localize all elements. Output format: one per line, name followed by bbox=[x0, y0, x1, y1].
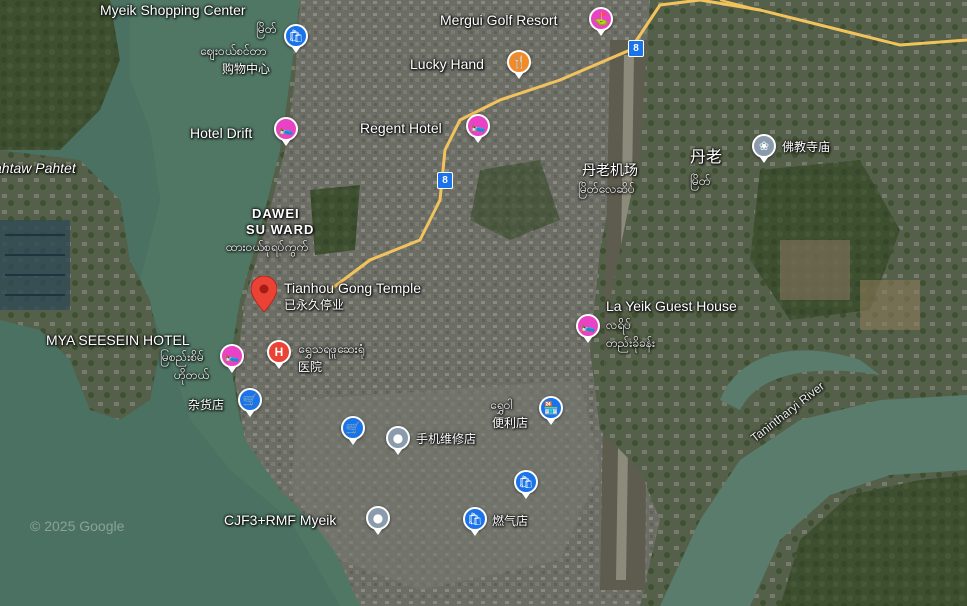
la-yeik-guest-house-label[interactable]: La Yeik Guest House bbox=[606, 298, 737, 314]
la-yeik-myanmar-line1: လရိပ် bbox=[606, 318, 631, 332]
grocery-store-pin[interactable]: 🛒 bbox=[238, 388, 262, 417]
plus-code-pin[interactable]: ● bbox=[366, 506, 390, 535]
shopping-bag-icon: 🛍 bbox=[467, 512, 483, 526]
buddhist-temple-pin[interactable]: ❀ bbox=[752, 134, 776, 163]
regent-hotel-pin[interactable]: 🛌 bbox=[466, 114, 490, 143]
airport-myanmar-name: မြိတ်လေဆိပ် bbox=[578, 182, 635, 196]
hospital-myanmar-name[interactable]: ရွှေသရဖူဆေးရုံ bbox=[298, 342, 365, 356]
map-watermark: © 2025 Google bbox=[30, 518, 125, 534]
convenience-store-myanmar-name[interactable]: ရွှေဝါ bbox=[490, 398, 512, 412]
shopping-cart-icon: 🛒 bbox=[345, 421, 361, 435]
plus-code-label[interactable]: CJF3+RMF Myeik bbox=[224, 512, 336, 528]
highway-8-shield-south: 8 bbox=[437, 172, 453, 189]
regent-hotel-label[interactable]: Regent Hotel bbox=[360, 120, 442, 136]
ward-name-line2: SU WARD bbox=[246, 222, 315, 237]
shopping-center-name[interactable]: Myeik Shopping Center bbox=[100, 2, 246, 18]
shop-bag-pin[interactable]: 🛍 bbox=[514, 470, 538, 499]
restaurant-icon: 🍴 bbox=[511, 55, 527, 69]
mya-seesein-hotel-pin[interactable]: 🛌 bbox=[220, 344, 244, 373]
shopping-center-myanmar-name: မြိတ် bbox=[256, 22, 277, 36]
temple-icon: ❀ bbox=[758, 139, 770, 153]
shopping-center-myanmar-label: ဈေးဝယ်စင်တာ bbox=[200, 44, 267, 58]
phone-repair-pin[interactable]: ● bbox=[386, 426, 410, 455]
buddhist-temple-label[interactable]: 佛教寺庙 bbox=[782, 140, 830, 154]
shopping-bag-icon: 🛍 bbox=[518, 475, 534, 489]
la-yeik-guest-house-pin[interactable]: 🛌 bbox=[576, 314, 600, 343]
golf-resort-pin[interactable]: ⛳ bbox=[589, 7, 613, 36]
hospital-icon: H bbox=[274, 345, 284, 359]
bed-icon: 🛌 bbox=[224, 349, 240, 363]
convenience-store-pin[interactable]: 🏪 bbox=[539, 396, 563, 425]
bed-icon: 🛌 bbox=[470, 119, 486, 133]
mya-seesein-hotel-label[interactable]: MYA SEESEIN HOTEL bbox=[46, 332, 190, 348]
city-myanmar-name: မြိတ် bbox=[690, 174, 711, 188]
gas-store-label[interactable]: 燃气店 bbox=[492, 514, 528, 528]
phone-repair-label[interactable]: 手机维修店 bbox=[416, 432, 476, 446]
island-label: ahtaw Pahtet bbox=[0, 160, 76, 176]
airport-chinese-name[interactable]: 丹老机场 bbox=[582, 162, 638, 178]
ward-myanmar-name: ထားဝယ်စုရပ်ကွက် bbox=[226, 240, 308, 254]
location-dot-icon: ● bbox=[372, 511, 384, 525]
mya-seesein-myanmar-line1: မြစည်းစိမ် bbox=[160, 350, 204, 364]
hospital-chinese-name: 医院 bbox=[298, 360, 323, 374]
gas-store-pin[interactable]: 🛍 bbox=[463, 507, 487, 536]
shop-pin[interactable]: 🛒 bbox=[341, 416, 365, 445]
red-location-pin-icon[interactable] bbox=[251, 276, 277, 312]
mergui-golf-resort-label[interactable]: Mergui Golf Resort bbox=[440, 12, 557, 28]
shopping-center-chinese-label: 购物中心 bbox=[222, 62, 271, 76]
highway-8-shield: 8 bbox=[628, 40, 644, 57]
tianhou-temple-status: 已永久停业 bbox=[284, 298, 345, 312]
tianhou-temple-label[interactable]: Tianhou Gong Temple bbox=[284, 280, 421, 296]
hotel-drift-label[interactable]: Hotel Drift bbox=[190, 125, 252, 141]
lucky-hand-label[interactable]: Lucky Hand bbox=[410, 56, 484, 72]
la-yeik-myanmar-line2: တည်းခိုခန်း bbox=[606, 336, 656, 350]
bed-icon: 🛌 bbox=[580, 319, 596, 333]
grocery-store-label[interactable]: 杂货店 bbox=[188, 398, 224, 412]
storefront-icon: 🏪 bbox=[543, 401, 559, 415]
shopping-center-pin[interactable]: 🛍 bbox=[284, 24, 308, 53]
location-dot-icon: ● bbox=[392, 431, 404, 445]
lucky-hand-pin[interactable]: 🍴 bbox=[507, 50, 531, 79]
shopping-bag-icon: 🛍 bbox=[288, 29, 304, 43]
bed-icon: 🛌 bbox=[278, 122, 294, 136]
mya-seesein-myanmar-line2: ဟိုတယ် bbox=[174, 368, 210, 382]
golf-icon: ⛳ bbox=[593, 12, 609, 26]
hospital-pin[interactable]: H bbox=[267, 340, 291, 369]
ward-name-line1: DAWEI bbox=[252, 206, 300, 221]
convenience-store-chinese-name: 便利店 bbox=[492, 416, 529, 430]
shopping-cart-icon: 🛒 bbox=[242, 393, 258, 407]
hotel-drift-pin[interactable]: 🛌 bbox=[274, 117, 298, 146]
city-chinese-name[interactable]: 丹老 bbox=[690, 150, 722, 166]
